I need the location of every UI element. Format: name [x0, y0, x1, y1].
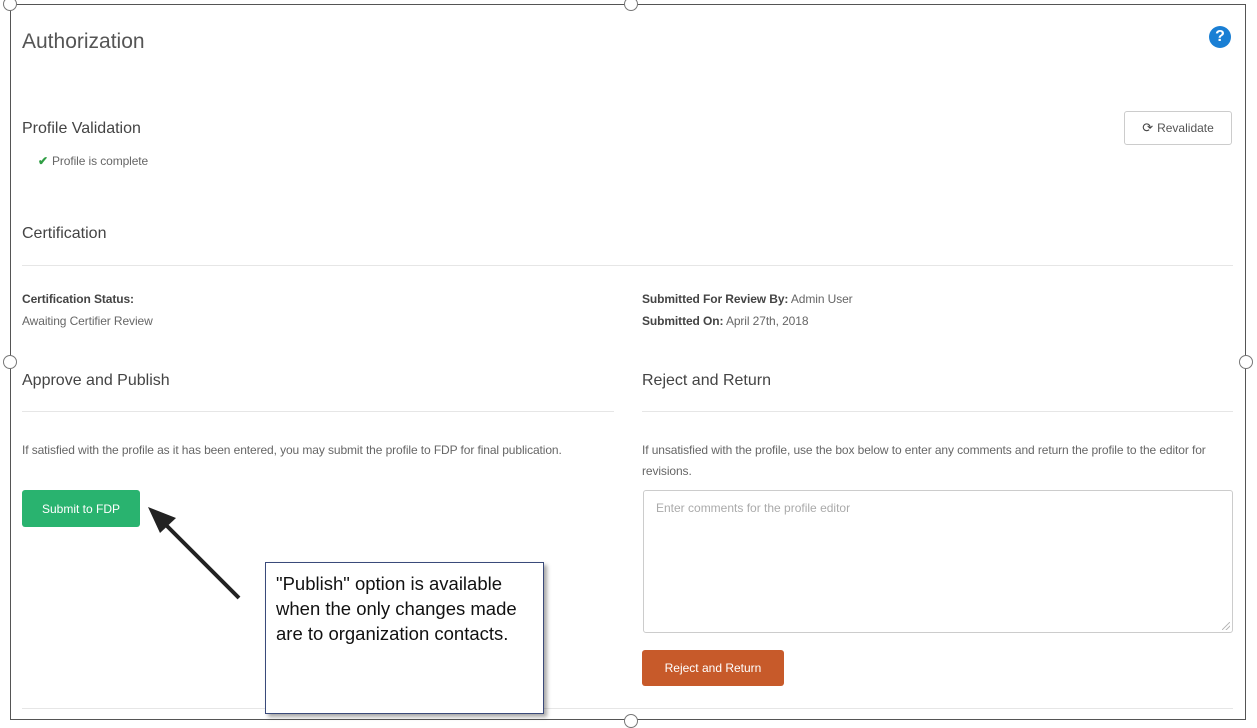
resize-handle-left	[3, 355, 17, 369]
help-icon[interactable]: ?	[1209, 26, 1231, 48]
divider	[22, 411, 614, 412]
certification-heading: Certification	[22, 225, 107, 242]
reject-description: If unsatisfied with the profile, use the…	[642, 443, 1206, 478]
resize-handle-right	[1239, 355, 1253, 369]
callout-box: "Publish" option is available when the o…	[265, 562, 544, 714]
revalidate-button[interactable]: ⟳ Revalidate	[1124, 111, 1232, 145]
submitted-by-label: Submitted For Review By:	[642, 292, 789, 306]
reject-heading: Reject and Return	[642, 372, 771, 389]
resize-grip-icon[interactable]	[1222, 622, 1230, 630]
certification-status-value: Awaiting Certifier Review	[22, 314, 153, 328]
page-title: Authorization	[22, 30, 145, 53]
comments-textarea[interactable]: Enter comments for the profile editor	[643, 490, 1233, 633]
submitted-on: Submitted On: April 27th, 2018	[642, 314, 809, 328]
revalidate-label: Revalidate	[1157, 121, 1214, 135]
divider	[22, 708, 1233, 709]
submitted-by: Submitted For Review By: Admin User	[642, 292, 853, 306]
submit-to-fdp-button[interactable]: Submit to FDP	[22, 490, 140, 527]
divider	[22, 265, 1233, 266]
divider	[642, 411, 1233, 412]
profile-status: ✔ Profile is complete	[38, 154, 148, 168]
approve-heading: Approve and Publish	[22, 372, 170, 389]
approve-description: If satisfied with the profile as it has …	[22, 443, 562, 457]
submitted-on-label: Submitted On:	[642, 314, 724, 328]
submitted-on-value: April 27th, 2018	[725, 314, 809, 328]
certification-status-label: Certification Status:	[22, 292, 134, 306]
check-icon: ✔	[38, 154, 48, 168]
comments-placeholder: Enter comments for the profile editor	[656, 501, 851, 515]
refresh-icon: ⟳	[1142, 120, 1154, 135]
profile-status-text: Profile is complete	[51, 154, 149, 168]
reject-and-return-button[interactable]: Reject and Return	[642, 650, 784, 686]
submitted-by-value: Admin User	[790, 292, 853, 306]
profile-validation-heading: Profile Validation	[22, 120, 141, 137]
resize-handle-bottom	[624, 714, 638, 728]
